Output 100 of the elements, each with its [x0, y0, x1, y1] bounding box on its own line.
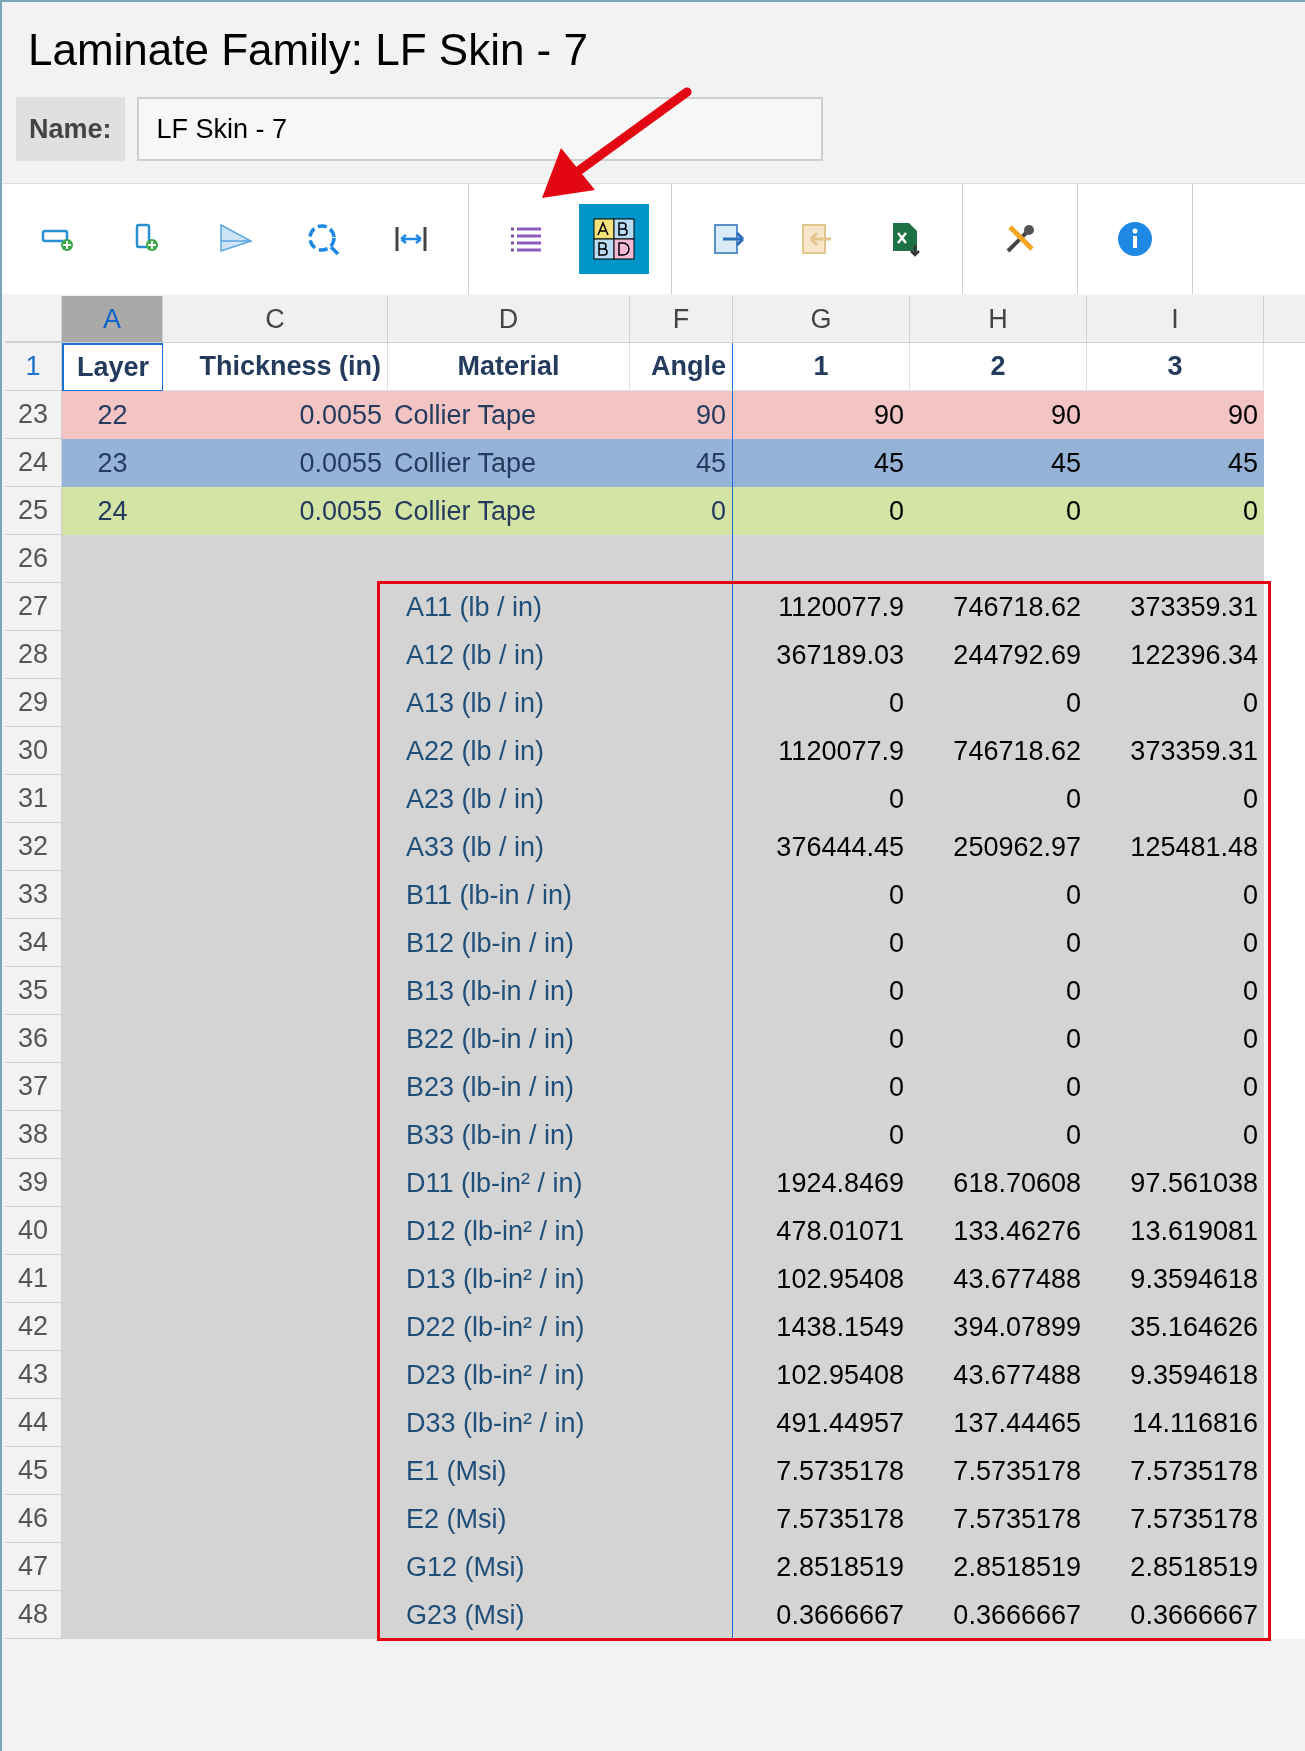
row-number: 37 [5, 1063, 62, 1111]
row-number: 27 [5, 583, 62, 631]
table-cell-text: 125481.48 [1129, 830, 1259, 864]
row-number: 40 [5, 1207, 62, 1255]
row-number: 44 [5, 1399, 62, 1447]
row-number: 38 [5, 1111, 62, 1159]
table-cell-text: 0 [1241, 974, 1259, 1008]
row-number: 26 [5, 535, 62, 583]
row-number: 47 [5, 1543, 62, 1591]
table-cell-text: 90 [1226, 398, 1259, 432]
table-cell-text: 133.46276 [952, 1214, 1082, 1248]
table-cell-text: 9.3594618 [1129, 1358, 1259, 1392]
row-number: 43 [5, 1351, 62, 1399]
table-cell-text: 618.70608 [952, 1166, 1082, 1200]
table-cell-text: 0 [887, 686, 905, 720]
row-number: 41 [5, 1255, 62, 1303]
row-number: 24 [5, 439, 62, 487]
table-cell-text: 0 [887, 926, 905, 960]
table-cell-text: 23 [96, 446, 129, 480]
row-number: 28 [5, 631, 62, 679]
row-number: 39 [5, 1159, 62, 1207]
table-cell-text: 0 [1064, 1118, 1082, 1152]
table-cell-text: 0 [1241, 878, 1259, 912]
table-cell-text: 45 [1049, 446, 1082, 480]
table-cell-text: 0 [1064, 494, 1082, 528]
table-cell-text: 0 [1064, 686, 1082, 720]
table-cell-text: 0 [1241, 686, 1259, 720]
table-cell-text: 0.3666667 [1129, 1598, 1259, 1632]
abd-matrix-icon [592, 217, 636, 261]
table-cell-text: 9.3594618 [1129, 1262, 1259, 1296]
table-cell-text: 45 [872, 446, 905, 480]
table-cell-text: 97.561038 [1129, 1166, 1259, 1200]
table-cell-text: 2.8518519 [775, 1550, 905, 1584]
table-cell-text: 746718.62 [952, 590, 1082, 624]
table-cell-text: 0.0055 [298, 494, 383, 528]
window-title: Laminate Family: LF Skin - 7 [27, 23, 589, 76]
table-cell-text: 90 [872, 398, 905, 432]
property-label: G23 (Msi) [388, 1591, 733, 1639]
column-header[interactable]: D [388, 296, 630, 342]
table-cell-text: 244792.69 [952, 638, 1082, 672]
table-cell-text: 90 [1049, 398, 1082, 432]
table-cell-text: 746718.62 [952, 734, 1082, 768]
table-cell-text: 0 [1064, 782, 1082, 816]
row-number: 35 [5, 967, 62, 1015]
table-cell-text: 0.0055 [298, 398, 383, 432]
row-number: 46 [5, 1495, 62, 1543]
row-number: 30 [5, 727, 62, 775]
table-cell-text: 0.3666667 [775, 1598, 905, 1632]
table-cell-text: 1924.8469 [775, 1166, 905, 1200]
table-cell-text: 0.3666667 [952, 1598, 1082, 1632]
table-cell-text: 394.07899 [952, 1310, 1082, 1344]
table-cell-text: 1120077.9 [777, 590, 905, 624]
name-field[interactable]: LF Skin - 7 [136, 97, 823, 161]
table-cell-text: 24 [96, 494, 129, 528]
toolbar-button[interactable] [579, 204, 649, 274]
table-cell-text: 13.619081 [1129, 1214, 1259, 1248]
row-number: 32 [5, 823, 62, 871]
table-cell-text: 0 [1064, 1070, 1082, 1104]
row-number: 1 [5, 343, 62, 391]
table-cell-text: 43.677488 [952, 1358, 1082, 1392]
table-cell-text: 0 [1241, 1022, 1259, 1056]
table-cell-text: 2.8518519 [1129, 1550, 1259, 1584]
column-header[interactable]: I [1087, 296, 1264, 342]
table-cell-text: 22 [96, 398, 129, 432]
table-cell-text: 367189.03 [775, 638, 905, 672]
table-cell-text: 250962.97 [952, 830, 1082, 864]
table-cell-text: 0 [887, 1022, 905, 1056]
column-header[interactable]: F [630, 296, 733, 342]
row-number: 48 [5, 1591, 62, 1639]
table-cell-text: 0 [887, 494, 905, 528]
row-number: 25 [5, 487, 62, 535]
table-cell-text: 35.164626 [1129, 1310, 1259, 1344]
table-cell-text: 0 [887, 782, 905, 816]
table-cell-text: 373359.31 [1129, 590, 1259, 624]
column-header[interactable]: C [163, 296, 388, 342]
table-cell-text: 0 [1064, 1022, 1082, 1056]
table-cell-text: 0 [1241, 926, 1259, 960]
table-cell-text: 0 [1064, 878, 1082, 912]
table-cell-text: 14.116816 [1131, 1406, 1259, 1440]
row-number: 23 [5, 391, 62, 439]
table-cell-text: 0 [1064, 974, 1082, 1008]
table-cell-text: 7.5735178 [775, 1502, 905, 1536]
table-cell-text: 1120077.9 [777, 734, 905, 768]
table-cell-text: 137.44465 [952, 1406, 1082, 1440]
table-cell-text: Collier Tape [393, 398, 538, 432]
table-cell-text: 7.5735178 [952, 1454, 1082, 1488]
table-cell-text: 102.95408 [775, 1358, 905, 1392]
column-header[interactable]: G [733, 296, 910, 342]
table-cell-text: 478.01071 [775, 1214, 905, 1248]
table-cell-text: 0 [887, 878, 905, 912]
table-cell-text: Collier Tape [393, 494, 538, 528]
info-icon [1115, 219, 1155, 259]
column-header[interactable]: H [910, 296, 1087, 342]
table-cell-text: 7.5735178 [775, 1454, 905, 1488]
table-cell-text: 0 [887, 1070, 905, 1104]
table-cell-text: 0.0055 [298, 446, 383, 480]
table-cell-text: 1438.1549 [775, 1310, 905, 1344]
table-cell-text: 43.677488 [952, 1262, 1082, 1296]
table-cell-text: 373359.31 [1129, 734, 1259, 768]
table-cell-text: 0 [1241, 1118, 1259, 1152]
